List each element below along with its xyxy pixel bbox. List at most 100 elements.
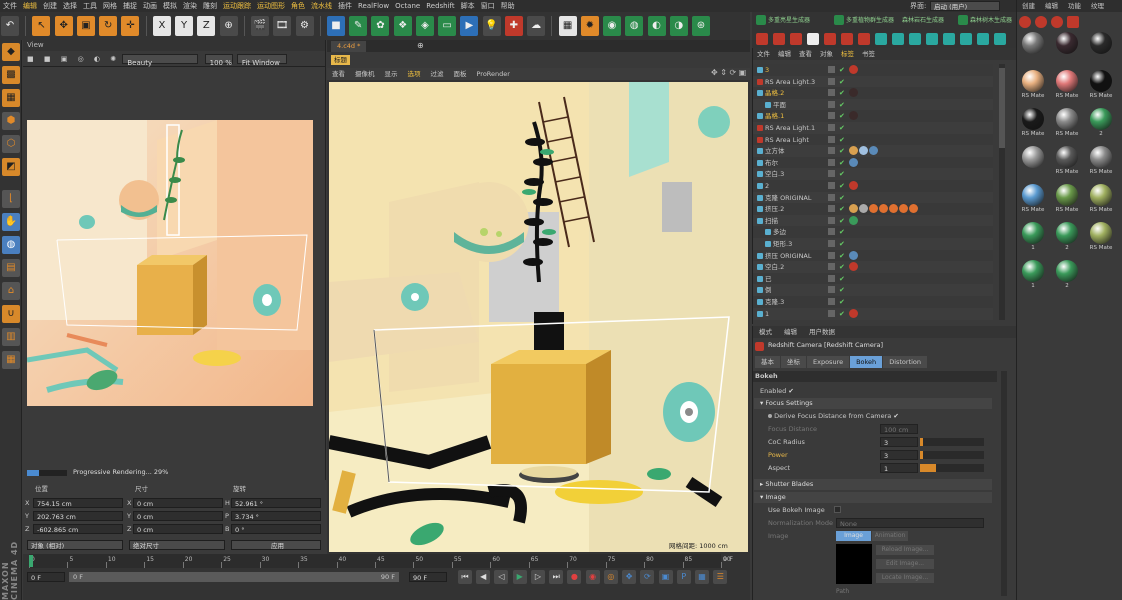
visibility-toggle[interactable] bbox=[828, 240, 835, 247]
material-menu-item[interactable]: 功能 bbox=[1063, 0, 1086, 12]
axis-x-button[interactable]: X bbox=[152, 16, 171, 36]
object-list-scrollbar[interactable] bbox=[999, 64, 1005, 320]
object-tag-icon[interactable] bbox=[849, 308, 858, 318]
render-view-icon[interactable]: 🎬 bbox=[251, 16, 270, 36]
plugin-button-2[interactable]: 多重植物群生成器 bbox=[846, 12, 894, 30]
visibility-toggle[interactable] bbox=[828, 309, 835, 317]
derive-focus-checkbox[interactable]: ✔ bbox=[893, 412, 898, 420]
make-editable-icon[interactable]: ◆ bbox=[2, 43, 20, 61]
menu-item[interactable]: 插件 bbox=[335, 0, 355, 12]
object-tag-icon[interactable] bbox=[869, 146, 878, 156]
key-param-icon[interactable]: P bbox=[676, 570, 691, 584]
edit-image-button[interactable]: Edit Image... bbox=[876, 559, 934, 569]
attribute-scrollbar[interactable] bbox=[1001, 371, 1007, 596]
menu-item[interactable]: 流水线 bbox=[308, 0, 335, 12]
plugin-icon[interactable]: ▦ bbox=[558, 16, 577, 36]
redshift-material-icon[interactable] bbox=[1035, 16, 1047, 28]
floor-icon[interactable]: ▭ bbox=[438, 16, 457, 36]
new-tab-icon[interactable]: ⊕ bbox=[417, 40, 424, 52]
aspect-field[interactable]: 1 bbox=[880, 463, 918, 473]
position-z-field[interactable]: -602.865 cm bbox=[33, 524, 123, 534]
material-menu-item[interactable]: 创建 bbox=[1017, 0, 1040, 12]
animation-tab[interactable]: Animation bbox=[872, 531, 908, 541]
fit-window-select[interactable]: Fit Window bbox=[236, 54, 287, 67]
workplane-icon[interactable]: ▤ bbox=[2, 259, 20, 277]
magnet-icon[interactable]: ∪ bbox=[2, 305, 20, 323]
octane-light-icon[interactable]: ◐ bbox=[647, 16, 666, 36]
enabled-check-icon[interactable]: ✔ bbox=[839, 76, 845, 88]
move-tool-icon[interactable]: ✥ bbox=[54, 16, 73, 36]
object-manager-menu-item[interactable]: 对象 bbox=[816, 48, 837, 60]
render-settings-icon[interactable]: ⚙ bbox=[295, 16, 314, 36]
locate-image-button[interactable]: Locate Image... bbox=[876, 573, 934, 583]
visibility-toggle[interactable] bbox=[828, 263, 835, 271]
menu-item[interactable]: 编辑 bbox=[20, 0, 40, 12]
interface-select[interactable]: 启动 (用户) bbox=[930, 1, 1000, 11]
redshift-tool-icon[interactable] bbox=[790, 33, 802, 45]
menu-item[interactable]: RealFlow bbox=[355, 0, 392, 12]
start-frame-field[interactable]: 0 F bbox=[27, 572, 65, 582]
menu-item[interactable]: 网格 bbox=[100, 0, 120, 12]
redshift-tool-icon[interactable] bbox=[824, 33, 836, 45]
material-swatch[interactable]: RS Mate bbox=[1055, 146, 1079, 178]
material-swatch[interactable]: 2 bbox=[1055, 260, 1079, 292]
points-mode-icon[interactable]: ⬢ bbox=[2, 112, 20, 130]
snap-icon[interactable]: ⌂ bbox=[2, 282, 20, 300]
subdivision-icon[interactable]: ✿ bbox=[371, 16, 390, 36]
material-swatch[interactable]: RS Mate bbox=[1055, 184, 1079, 216]
object-tag-icon[interactable] bbox=[899, 204, 908, 214]
menu-item[interactable]: 角色 bbox=[288, 0, 308, 12]
play-backward-icon[interactable]: ◁ bbox=[494, 570, 509, 584]
object-tag-icon[interactable] bbox=[849, 157, 858, 167]
visibility-toggle[interactable] bbox=[828, 112, 835, 120]
visibility-toggle[interactable] bbox=[828, 228, 835, 236]
visibility-toggle[interactable] bbox=[828, 77, 835, 85]
viewport-label[interactable]: 标题 bbox=[331, 55, 350, 65]
end-frame-field[interactable]: 90 F bbox=[409, 572, 447, 582]
timeline-playhead[interactable] bbox=[29, 555, 33, 567]
object-manager-menu-item[interactable]: 文件 bbox=[753, 48, 774, 60]
attribute-tab[interactable]: 基本 bbox=[755, 356, 780, 368]
key-scale-icon[interactable]: ▣ bbox=[658, 570, 673, 584]
size-z-field[interactable]: 0 cm bbox=[133, 524, 223, 534]
object-row[interactable]: 已 ✔ bbox=[753, 272, 993, 285]
reload-image-button[interactable]: Reload Image... bbox=[876, 545, 934, 555]
object-row[interactable]: 挤压 ORIGINAL ✔ bbox=[753, 249, 993, 262]
redshift-material-icon[interactable] bbox=[1019, 16, 1031, 28]
use-bokeh-image-checkbox[interactable] bbox=[834, 506, 841, 513]
material-swatch[interactable]: 2 bbox=[1089, 108, 1113, 140]
solo-mode-icon[interactable]: ◍ bbox=[2, 236, 20, 254]
timeline-ruler[interactable]: 051015202530354045505560657075808590 bbox=[29, 554, 731, 568]
recent-tool-icon[interactable]: ✛ bbox=[121, 16, 140, 36]
menu-item[interactable]: 运动图形 bbox=[254, 0, 288, 12]
enabled-check-icon[interactable]: ✔ bbox=[839, 180, 845, 192]
shutter-blades-section[interactable]: ▸ Shutter Blades bbox=[754, 479, 992, 490]
enabled-check-icon[interactable]: ✔ bbox=[839, 215, 845, 227]
menu-item[interactable]: 工具 bbox=[80, 0, 100, 12]
object-row[interactable]: RS Area Light.3 ✔ bbox=[753, 75, 993, 88]
redshift-tool-icon[interactable] bbox=[960, 33, 972, 45]
image-section[interactable]: ▾ Image bbox=[754, 492, 992, 503]
material-swatch[interactable]: RS Mate bbox=[1089, 70, 1113, 102]
enabled-check-icon[interactable]: ✔ bbox=[839, 250, 845, 262]
document-tab[interactable]: 4.c4d * bbox=[331, 41, 367, 52]
enabled-check-icon[interactable]: ✔ bbox=[839, 308, 845, 320]
prev-key-icon[interactable]: ◀ bbox=[476, 570, 491, 584]
plugin-button-3[interactable]: 森林岩石生成器 bbox=[902, 12, 944, 30]
material-swatch[interactable]: RS Mate bbox=[1089, 146, 1113, 178]
material-swatch[interactable] bbox=[1089, 32, 1113, 64]
object-tag-icon[interactable] bbox=[849, 111, 858, 121]
power-slider[interactable] bbox=[920, 451, 984, 459]
autokey-icon[interactable]: ◉ bbox=[585, 570, 600, 584]
attribute-menu-item[interactable]: 用户数据 bbox=[803, 326, 841, 338]
object-row[interactable]: 晶格.1 ✔ bbox=[753, 110, 993, 123]
object-tag-icon[interactable] bbox=[889, 204, 898, 214]
visibility-toggle[interactable] bbox=[828, 286, 835, 294]
visibility-toggle[interactable] bbox=[828, 66, 835, 73]
object-tag-icon[interactable] bbox=[909, 204, 918, 214]
ab-compare-icon[interactable]: ◐ bbox=[90, 51, 104, 67]
redshift-tool-icon[interactable] bbox=[841, 33, 853, 45]
attribute-tab[interactable]: Distortion bbox=[883, 356, 928, 368]
plugin-button-4[interactable]: 森林树木生成器 bbox=[970, 12, 1012, 30]
menu-item[interactable]: 文件 bbox=[0, 0, 20, 12]
